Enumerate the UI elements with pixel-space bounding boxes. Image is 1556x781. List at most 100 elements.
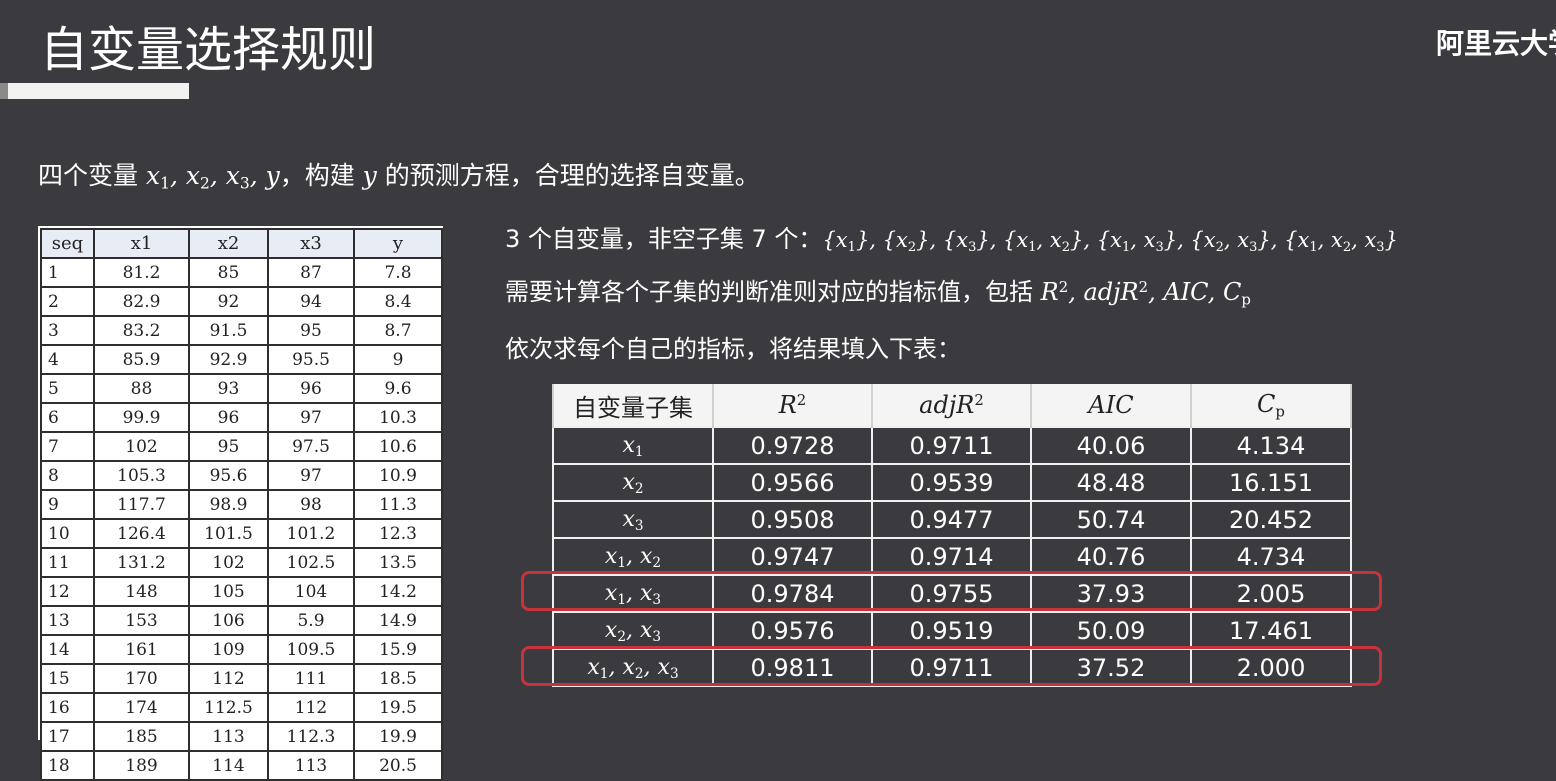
data-table-row: 14 161 109 109.5 15.9: [40, 634, 443, 665]
seq-cell: 2: [40, 286, 95, 317]
x2-cell: 114: [188, 750, 269, 781]
y-cell: 9: [353, 344, 443, 375]
criteria-line: 需要计算各个子集的判断准则对应的指标值，包括 R2, adjR2, AIC, C…: [505, 270, 1251, 317]
data-header-x2: x2: [188, 228, 269, 259]
x2-cell: 85: [188, 257, 269, 288]
x2-cell: 106: [188, 605, 269, 636]
x2-cell: 109: [188, 634, 269, 665]
metrics-header-aic: AIC: [1030, 384, 1192, 427]
x2-cell: 92.9: [188, 344, 269, 375]
x1-cell: 81.2: [93, 257, 190, 288]
data-table-row: 10 126.4 101.5 101.2 12.3: [40, 518, 443, 549]
subset-cell: x3: [552, 500, 714, 539]
intro-prefix: 四个变量: [38, 161, 146, 190]
x2-cell: 113: [188, 721, 269, 752]
aic-cell: 40.76: [1030, 537, 1192, 576]
y-cell: 19.5: [353, 692, 443, 723]
data-header-x3: x3: [267, 228, 355, 259]
data-header-y: y: [353, 228, 443, 259]
subset-cell: x2, x3: [552, 611, 714, 650]
y-cell: 13.5: [353, 547, 443, 578]
x2-cell: 98.9: [188, 489, 269, 520]
x3-cell: 87: [267, 257, 355, 288]
x3-cell: 98: [267, 489, 355, 520]
subset-list: {x1}, {x2}, {x3}, {x1, x2}, {x1, x3}, {x…: [822, 228, 1398, 255]
metrics-row-x2: x2 0.9566 0.9539 48.48 16.151: [552, 463, 1352, 502]
x1-cell: 105.3: [93, 460, 190, 491]
data-table: seq x1 x2 x3 y 1 81.2 85 87 7.8 2 82.9 92 94 8.4 3…: [40, 228, 443, 781]
data-table-row: 1 81.2 85 87 7.8: [40, 257, 443, 288]
aic-cell: 37.93: [1030, 574, 1192, 613]
x2-cell: 112.5: [188, 692, 269, 723]
x3-cell: 109.5: [267, 634, 355, 665]
metrics-row-x2-x3: x2, x3 0.9576 0.9519 50.09 17.461: [552, 611, 1352, 650]
adjr2-cell: 0.9714: [871, 537, 1032, 576]
r2-cell: 0.9784: [712, 574, 873, 613]
data-header-x1: x1: [93, 228, 190, 259]
subset-cell: x1, x2, x3: [552, 648, 714, 687]
y-cell: 7.8: [353, 257, 443, 288]
x1-cell: 83.2: [93, 315, 190, 346]
data-table-row: 8 105.3 95.6 97 10.9: [40, 460, 443, 491]
instruction-line: 依次求每个自己的指标，将结果填入下表：: [505, 335, 961, 363]
metrics-row-x1: x1 0.9728 0.9711 40.06 4.134: [552, 426, 1352, 465]
subset-count-line: 3 个自变量，非空子集 7 个：{x1}, {x2}, {x3}, {x1, x…: [505, 222, 1398, 265]
y-cell: 10.9: [353, 460, 443, 491]
cp-cell: 2.000: [1190, 648, 1352, 687]
cp-cell: 2.005: [1190, 574, 1352, 613]
aic-cell: 48.48: [1030, 463, 1192, 502]
data-table-row: 3 83.2 91.5 95 8.7: [40, 315, 443, 346]
adjr2-cell: 0.9711: [871, 648, 1032, 687]
metrics-row-x1-x2-x3: x1, x2, x3 0.9811 0.9711 37.52 2.000: [552, 648, 1352, 687]
cp-cell: 4.134: [1190, 426, 1352, 465]
seq-cell: 13: [40, 605, 95, 636]
r2-cell: 0.9566: [712, 463, 873, 502]
data-table-row: 4 85.9 92.9 95.5 9: [40, 344, 443, 375]
x1-cell: 88: [93, 373, 190, 404]
seq-cell: 1: [40, 257, 95, 288]
x3-cell: 113: [267, 750, 355, 781]
intro-variables: x1, x2, x3, y: [145, 161, 280, 193]
data-table-row: 2 82.9 92 94 8.4: [40, 286, 443, 317]
x2-cell: 95.6: [188, 460, 269, 491]
r2-cell: 0.9508: [712, 500, 873, 539]
title-underline-bar: [0, 83, 189, 99]
x2-cell: 101.5: [188, 518, 269, 549]
aic-cell: 50.09: [1030, 611, 1192, 650]
metrics-header-r2: R2: [712, 384, 873, 427]
data-table-panel: seq x1 x2 x3 y 1 81.2 85 87 7.8 2 82.9 92 94 8.4 3…: [38, 226, 443, 781]
seq-cell: 14: [40, 634, 95, 665]
x2-cell: 112: [188, 663, 269, 694]
data-table-row: 16 174 112.5 112 19.5: [40, 692, 443, 723]
intro-text: 四个变量 x1, x2, x3, y，构建 y 的预测方程，合理的选择自变量。: [38, 158, 760, 202]
seq-cell: 5: [40, 373, 95, 404]
metrics-row-x1-x2: x1, x2 0.9747 0.9714 40.76 4.734: [552, 537, 1352, 576]
x1-cell: 131.2: [93, 547, 190, 578]
y-cell: 18.5: [353, 663, 443, 694]
x3-cell: 111: [267, 663, 355, 694]
aic-cell: 37.52: [1030, 648, 1192, 687]
seq-cell: 6: [40, 402, 95, 433]
y-cell: 20.5: [353, 750, 443, 781]
x3-cell: 95.5: [267, 344, 355, 375]
aic-cell: 40.06: [1030, 426, 1192, 465]
r2-cell: 0.9811: [712, 648, 873, 687]
x1-cell: 126.4: [93, 518, 190, 549]
y-cell: 14.9: [353, 605, 443, 636]
data-table-row: 9 117.7 98.9 98 11.3: [40, 489, 443, 520]
metrics-table: 自变量子集 R2 adjR2 AIC Cp x1 0.9728 0.9711 4…: [552, 384, 1352, 687]
intro-suffix-b: 的预测方程，合理的选择自变量。: [376, 161, 760, 190]
data-table-row: 15 170 112 111 18.5: [40, 663, 443, 694]
seq-cell: 10: [40, 518, 95, 549]
x3-cell: 101.2: [267, 518, 355, 549]
subset-cell: x2: [552, 463, 714, 502]
seq-cell: 7: [40, 431, 95, 462]
metrics-row-x1-x3: x1, x3 0.9784 0.9755 37.93 2.005: [552, 574, 1352, 613]
x2-cell: 95: [188, 431, 269, 462]
data-table-row: 6 99.9 96 97 10.3: [40, 402, 443, 433]
y-cell: 9.6: [353, 373, 443, 404]
x1-cell: 99.9: [93, 402, 190, 433]
seq-cell: 16: [40, 692, 95, 723]
metrics-table-panel: 自变量子集 R2 adjR2 AIC Cp x1 0.9728 0.9711 4…: [552, 384, 1352, 687]
seq-cell: 9: [40, 489, 95, 520]
